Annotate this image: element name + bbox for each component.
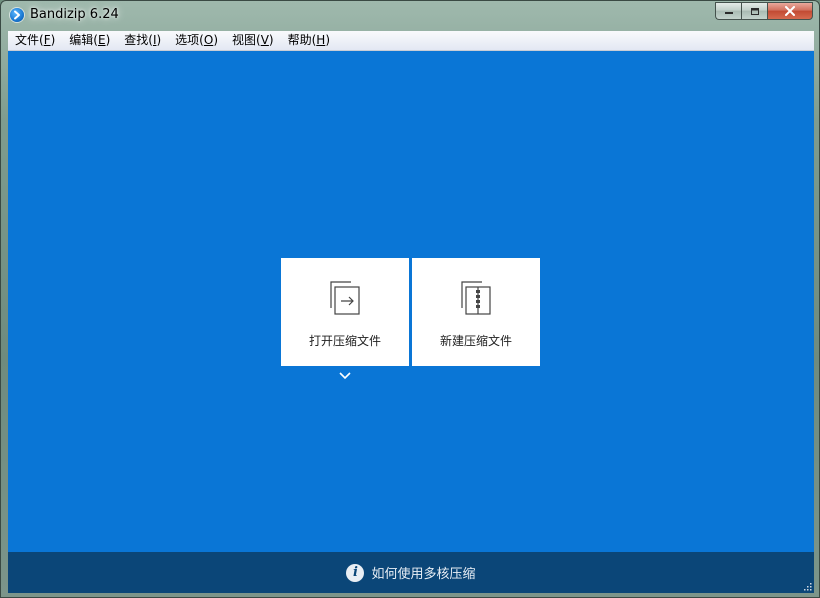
main-content: 打开压缩文件 新建压缩文件 (8, 51, 814, 552)
menu-options[interactable]: 选项(O) (168, 31, 225, 50)
open-archive-icon (330, 281, 360, 315)
menu-edit[interactable]: 编辑(E) (62, 31, 117, 50)
chevron-down-icon[interactable] (338, 371, 352, 381)
info-icon: i (346, 563, 365, 582)
menu-bar: 文件(F) 编辑(E) 查找(I) 选项(O) 视图(V) 帮助(H) (8, 31, 814, 51)
menu-file[interactable]: 文件(F) (8, 31, 62, 50)
new-archive-label: 新建压缩文件 (439, 334, 512, 348)
minimize-icon (724, 12, 733, 14)
menu-view[interactable]: 视图(V) (225, 31, 281, 50)
maximize-icon (750, 7, 759, 15)
title-bar[interactable]: Bandizip 6.24 (1, 1, 819, 31)
menu-help[interactable]: 帮助(H) (281, 31, 337, 50)
menu-find[interactable]: 查找(I) (117, 31, 168, 50)
minimize-button[interactable] (715, 2, 741, 20)
close-button[interactable] (767, 2, 813, 20)
open-archive-button[interactable]: 打开压缩文件 (281, 258, 409, 366)
new-archive-button[interactable]: 新建压缩文件 (412, 258, 540, 366)
tip-text[interactable]: 如何使用多核压缩 (371, 563, 475, 582)
new-archive-icon (461, 281, 491, 315)
app-window: Bandizip 6.24 文件(F) 编辑(E) 查找(I) 选项(O) 视图… (0, 0, 820, 598)
bandizip-logo-icon[interactable] (10, 8, 24, 22)
tip-bar[interactable]: i 如何使用多核压缩 (8, 552, 814, 593)
resize-grip-icon[interactable] (802, 581, 812, 591)
open-archive-label: 打开压缩文件 (308, 334, 381, 348)
maximize-button[interactable] (741, 2, 767, 20)
close-icon (785, 6, 795, 16)
caption-buttons (715, 2, 813, 21)
window-title: Bandizip 6.24 (30, 7, 119, 22)
